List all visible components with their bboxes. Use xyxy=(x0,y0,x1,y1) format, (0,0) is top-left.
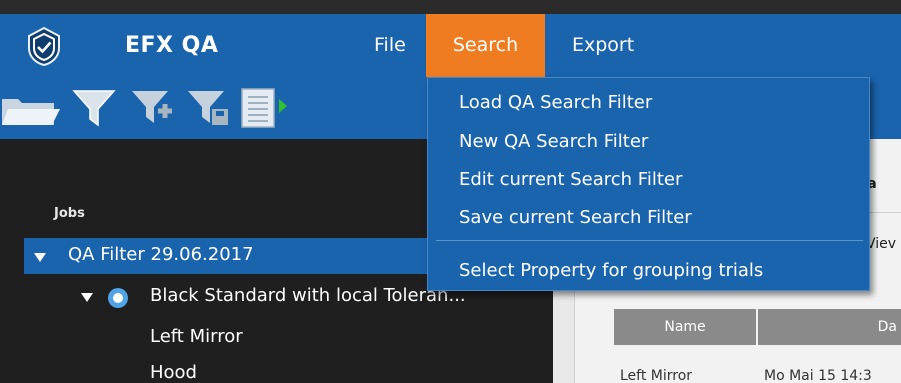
run-arrow-icon[interactable] xyxy=(279,99,287,113)
menu-item-edit-filter[interactable]: Edit current Search Filter xyxy=(459,169,682,190)
jobs-section-label: Jobs xyxy=(54,206,85,221)
menu-search[interactable]: Search xyxy=(426,14,545,77)
menu-separator xyxy=(436,240,863,241)
table-cell-name: Left Mirror xyxy=(620,368,693,383)
tree-item-standard[interactable]: Black Standard with local Toleran... xyxy=(150,285,466,306)
window-top-edge xyxy=(0,0,901,14)
menu-bar: EFX QA File Search Export xyxy=(0,14,901,77)
menu-item-group-property[interactable]: Select Property for grouping trials xyxy=(459,260,763,281)
app-title: EFX QA xyxy=(125,33,219,58)
expand-arrow-icon[interactable] xyxy=(34,253,46,262)
tree-item-filter[interactable]: QA Filter 29.06.2017 xyxy=(68,244,254,265)
expand-arrow-icon[interactable] xyxy=(81,293,93,302)
tree-item-trial[interactable]: Hood xyxy=(150,362,197,383)
filter-save-icon[interactable] xyxy=(184,83,232,131)
tree-item-trial[interactable]: Left Mirror xyxy=(150,326,243,347)
menu-item-save-filter[interactable]: Save current Search Filter xyxy=(459,207,692,228)
search-menu-dropdown: Load QA Search Filter New QA Search Filt… xyxy=(427,77,870,291)
menu-item-load-filter[interactable]: Load QA Search Filter xyxy=(459,92,652,113)
view-link[interactable]: Viev xyxy=(866,236,896,252)
table-cell-date: Mo Mai 15 14:3 xyxy=(764,368,872,383)
open-folder-icon[interactable] xyxy=(0,83,62,131)
shield-logo-icon xyxy=(28,26,60,66)
list-icon[interactable] xyxy=(238,83,278,131)
standard-icon xyxy=(108,288,128,308)
menu-file[interactable]: File xyxy=(360,14,420,77)
table-header-name[interactable]: Name xyxy=(614,309,756,345)
table-header-date[interactable]: Da xyxy=(758,309,901,345)
menu-item-new-filter[interactable]: New QA Search Filter xyxy=(459,131,648,152)
filter-add-icon[interactable] xyxy=(128,83,176,131)
menu-export[interactable]: Export xyxy=(558,14,648,77)
filter-icon[interactable] xyxy=(70,83,118,131)
